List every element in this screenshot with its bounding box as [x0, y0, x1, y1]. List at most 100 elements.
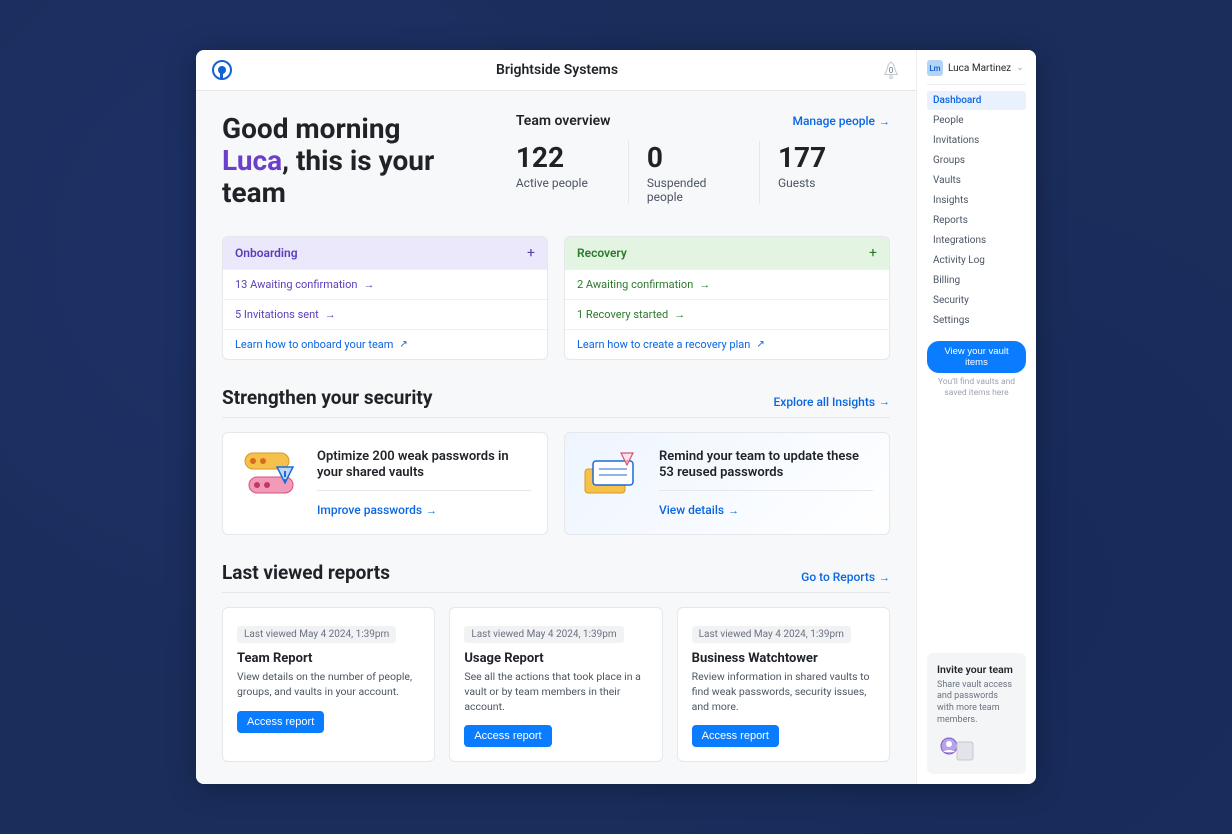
nav-dashboard[interactable]: Dashboard — [927, 91, 1026, 110]
nav-reports[interactable]: Reports — [927, 211, 1026, 230]
stat-label: Active people — [516, 176, 610, 190]
onboarding-title: Onboarding — [235, 246, 298, 260]
greeting-line1: Good morning — [222, 112, 401, 145]
onboarding-add-button[interactable]: + — [527, 245, 535, 261]
stat-value: 122 — [516, 141, 610, 174]
nav-groups[interactable]: Groups — [927, 151, 1026, 170]
security-weak-passwords-card: Optimize 200 weak passwords in your shar… — [222, 432, 548, 536]
greeting-name: Luca — [222, 144, 282, 177]
nav-vaults[interactable]: Vaults — [927, 171, 1026, 190]
vault-hint: You'll find vaults and saved items here — [927, 377, 1026, 399]
report-card-title: Usage Report — [464, 651, 647, 666]
recovery-row-label: 2 Awaiting confirmation — [577, 278, 693, 291]
security-card-title: Optimize 200 weak passwords in your shar… — [317, 449, 531, 492]
recovery-learn-link[interactable]: Learn how to create a recovery plan ↗ — [565, 329, 889, 359]
user-menu[interactable]: Lm Luca Martinez ⌄ — [927, 60, 1026, 76]
arrow-right-icon: → — [728, 504, 739, 517]
onboarding-awaiting-row[interactable]: 13 Awaiting confirmation→ — [223, 269, 547, 299]
explore-insights-label: Explore all Insights — [774, 395, 876, 409]
onboarding-panel: Onboarding + 13 Awaiting confirmation→ 5… — [222, 236, 548, 360]
weak-password-icon — [239, 449, 303, 503]
arrow-right-icon: → — [879, 115, 890, 128]
arrow-right-icon: → — [879, 571, 890, 584]
report-card-desc: Review information in shared vaults to f… — [692, 670, 875, 714]
arrow-right-icon: → — [674, 308, 685, 321]
nav-integrations[interactable]: Integrations — [927, 231, 1026, 250]
notification-count: 0 — [889, 66, 894, 75]
recovery-learn-label: Learn how to create a recovery plan — [577, 338, 750, 351]
stat-label: Suspended people — [647, 176, 741, 204]
notification-bell-icon[interactable]: 0 — [882, 60, 900, 80]
stat-active-people: 122 Active people — [516, 141, 628, 204]
report-viewed-chip: Last viewed May 4 2024, 1:39pm — [237, 626, 396, 643]
recovery-add-button[interactable]: + — [869, 245, 877, 261]
nav-insights[interactable]: Insights — [927, 191, 1026, 210]
hero-row: Good morning Luca, this is your team Tea… — [222, 113, 890, 210]
chevron-down-icon: ⌄ — [1016, 63, 1024, 73]
access-report-button[interactable]: Access report — [237, 711, 324, 733]
stat-value: 177 — [778, 141, 872, 174]
topbar: Brightside Systems 0 — [196, 50, 916, 91]
nav-security[interactable]: Security — [927, 291, 1026, 310]
stat-label: Guests — [778, 176, 872, 190]
security-cards: Optimize 200 weak passwords in your shar… — [222, 432, 890, 536]
onboarding-header: Onboarding + — [223, 237, 547, 269]
access-report-button[interactable]: Access report — [692, 725, 779, 747]
nav-people[interactable]: People — [927, 111, 1026, 130]
user-name: Luca Martinez — [948, 63, 1011, 74]
view-details-link[interactable]: View details → — [659, 503, 739, 517]
recovery-started-row[interactable]: 1 Recovery started→ — [565, 299, 889, 329]
invite-team-icon — [937, 734, 977, 764]
usage-report-card: Last viewed May 4 2024, 1:39pm Usage Rep… — [449, 607, 662, 762]
nav-invitations[interactable]: Invitations — [927, 131, 1026, 150]
overview-stats: 122 Active people 0 Suspended people 177… — [516, 141, 890, 204]
explore-insights-link[interactable]: Explore all Insights → — [774, 395, 891, 409]
business-watchtower-card: Last viewed May 4 2024, 1:39pm Business … — [677, 607, 890, 762]
onboarding-row-label: 5 Invitations sent — [235, 308, 319, 321]
arrow-right-icon: → — [363, 278, 374, 291]
report-cards: Last viewed May 4 2024, 1:39pm Team Repo… — [222, 607, 890, 762]
external-link-icon: ↗ — [756, 339, 764, 350]
arrow-right-icon: → — [426, 504, 437, 517]
nav-billing[interactable]: Billing — [927, 271, 1026, 290]
recovery-awaiting-row[interactable]: 2 Awaiting confirmation→ — [565, 269, 889, 299]
divider — [222, 592, 890, 593]
invite-team-card: Invite your team Share vault access and … — [927, 653, 1026, 775]
user-avatar: Lm — [927, 60, 943, 76]
view-vault-items-button[interactable]: View your vault items — [927, 341, 1026, 373]
report-viewed-chip: Last viewed May 4 2024, 1:39pm — [464, 626, 623, 643]
recovery-panel: Recovery + 2 Awaiting confirmation→ 1 Re… — [564, 236, 890, 360]
report-card-title: Team Report — [237, 651, 420, 666]
manage-people-link[interactable]: Manage people → — [792, 114, 890, 128]
divider — [222, 417, 890, 418]
onboarding-learn-link[interactable]: Learn how to onboard your team↗ — [223, 329, 547, 359]
overview-title: Team overview — [516, 113, 611, 129]
app-logo-icon — [212, 60, 232, 80]
security-card-title: Remind your team to update these 53 reus… — [659, 449, 873, 492]
report-card-desc: See all the actions that took place in a… — [464, 670, 647, 714]
security-title: Strengthen your security — [222, 386, 432, 409]
invite-title: Invite your team — [937, 663, 1016, 676]
improve-passwords-link[interactable]: Improve passwords → — [317, 503, 437, 517]
report-viewed-chip: Last viewed May 4 2024, 1:39pm — [692, 626, 851, 643]
stat-guests: 177 Guests — [759, 141, 890, 204]
onboarding-learn-label: Learn how to onboard your team — [235, 338, 393, 351]
go-to-reports-link[interactable]: Go to Reports → — [801, 570, 890, 584]
company-name: Brightside Systems — [496, 62, 618, 78]
app-window: Brightside Systems 0 Good morning Luca, … — [196, 50, 1036, 784]
reports-title: Last viewed reports — [222, 561, 390, 584]
nav-activity-log[interactable]: Activity Log — [927, 251, 1026, 270]
security-section-header: Strengthen your security Explore all Ins… — [222, 386, 890, 409]
security-card-cta: Improve passwords — [317, 503, 422, 517]
stat-suspended-people: 0 Suspended people — [628, 141, 759, 204]
nav-settings[interactable]: Settings — [927, 311, 1026, 330]
security-reused-passwords-card: Remind your team to update these 53 reus… — [564, 432, 890, 536]
status-panels: Onboarding + 13 Awaiting confirmation→ 5… — [222, 236, 890, 360]
invite-desc: Share vault access and passwords with mo… — [937, 680, 1016, 727]
onboarding-invitations-row[interactable]: 5 Invitations sent→ — [223, 299, 547, 329]
recovery-header: Recovery + — [565, 237, 889, 269]
access-report-button[interactable]: Access report — [464, 725, 551, 747]
reports-section-header: Last viewed reports Go to Reports → — [222, 561, 890, 584]
manage-people-label: Manage people — [792, 114, 875, 128]
greeting: Good morning Luca, this is your team — [222, 113, 476, 210]
